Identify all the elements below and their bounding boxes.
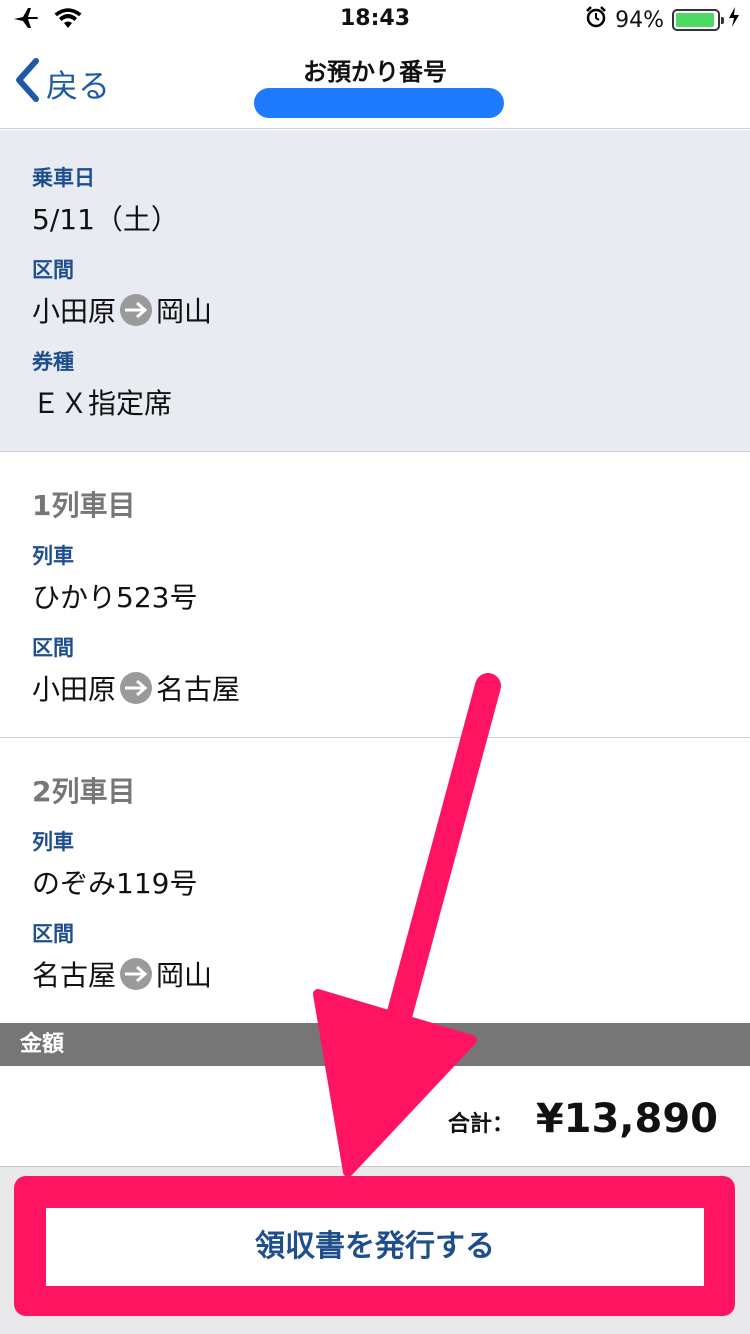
route-from: 小田原	[32, 295, 117, 328]
battery-percent: 94%	[615, 7, 664, 33]
train-value: のぞみ119号	[32, 867, 198, 900]
train-title: 1列車目	[32, 489, 136, 522]
battery-icon	[672, 9, 724, 31]
route-to: 岡山	[156, 959, 213, 992]
train-label: 列車	[32, 544, 74, 568]
status-right: 94%	[585, 6, 740, 34]
route-from: 名古屋	[32, 959, 117, 992]
date-value: 5/11（土）	[32, 203, 179, 236]
section-route: 名古屋 岡山	[32, 954, 212, 994]
navigation-bar: 戻る お預かり番号	[0, 40, 750, 129]
train-value: ひかり523号	[32, 581, 198, 614]
section-label: 区間	[32, 922, 74, 946]
train-label: 列車	[32, 830, 74, 854]
route-arrow-icon	[120, 672, 153, 704]
train-2-section: 2列車目 列車 のぞみ119号 区間 名古屋 岡山	[0, 738, 750, 1023]
charging-icon	[728, 6, 740, 34]
amount-header: 金額	[0, 1023, 750, 1066]
status-bar: 18:43 94%	[0, 0, 750, 40]
section-route: 小田原 名古屋	[32, 668, 240, 708]
route-from: 小田原	[32, 673, 117, 706]
reservation-number-redacted	[254, 88, 504, 118]
route-arrow-icon	[120, 958, 153, 990]
section-route: 小田原 岡山	[32, 290, 212, 330]
train-title: 2列車目	[32, 775, 136, 808]
section-label: 区間	[32, 258, 74, 282]
total-label: 合計：	[447, 1112, 514, 1137]
total-value: ¥13,890	[535, 1096, 718, 1142]
battery-fill	[676, 13, 714, 27]
route-arrow-icon	[120, 294, 153, 326]
route-to: 名古屋	[156, 673, 241, 706]
train-1-section: 1列車目 列車 ひかり523号 区間 小田原 名古屋	[0, 452, 750, 737]
amount-row: 合計： ¥13,890	[0, 1066, 750, 1166]
ticket-type-label: 券種	[32, 350, 74, 374]
date-label: 乗車日	[32, 166, 95, 190]
route-to: 岡山	[156, 295, 213, 328]
page-title: お預かり番号	[303, 58, 447, 86]
trip-summary: 乗車日 5/11（土） 区間 小田原 岡山 券種 ＥＸ指定席	[0, 130, 750, 452]
issue-receipt-button[interactable]: 領収書を発行する	[46, 1208, 704, 1286]
ticket-type-value: ＥＸ指定席	[32, 387, 173, 420]
section-label: 区間	[32, 636, 74, 660]
alarm-icon	[585, 6, 607, 34]
